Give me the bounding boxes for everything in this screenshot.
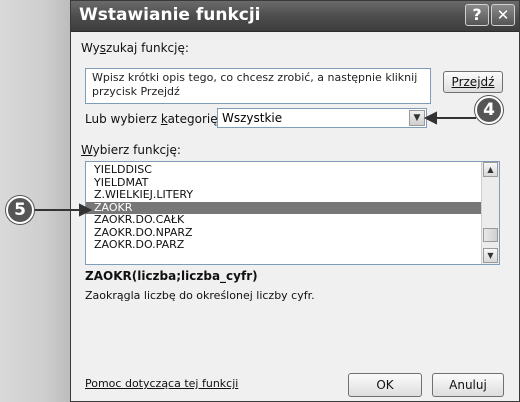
callout-5-badge: 5: [6, 196, 34, 224]
callout-4-arrowhead: [423, 111, 437, 125]
callout-4-badge: 4: [475, 96, 503, 124]
callout-arrows: [34, 111, 476, 217]
callout-5-arrowhead: [79, 203, 93, 217]
